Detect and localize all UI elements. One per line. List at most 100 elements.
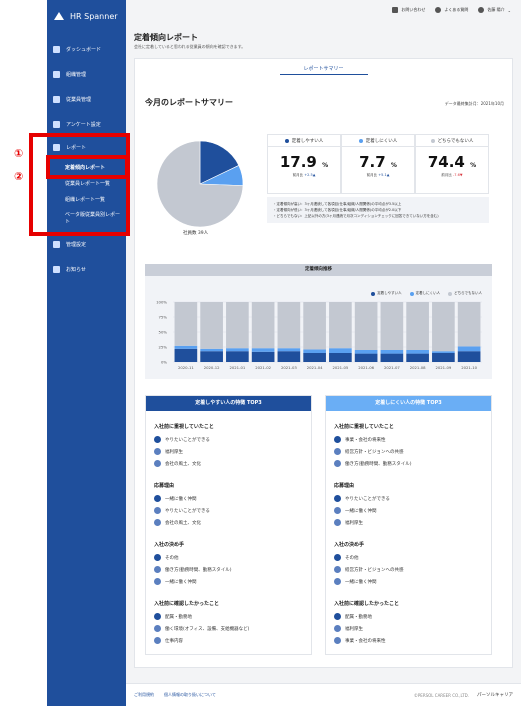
- stat-header: 定着しにくい人: [342, 135, 414, 147]
- definition-notes: ・定着傾向が高い：3ヶ月連続して各項目(仕事/組織/人間関係)の平均点が3.5以…: [267, 197, 489, 223]
- rank-medal-icon: [154, 436, 161, 443]
- stat-card-easy: 定着しやすい人 17.9 % 前月比 +2.5▲: [267, 134, 341, 194]
- bar-segment: [457, 351, 481, 362]
- bar-segment: [457, 346, 481, 352]
- bar-segment: [329, 353, 352, 362]
- rank-medal-icon: [334, 613, 341, 620]
- annotation-marker-2: ②: [14, 170, 24, 183]
- rank-medal-icon: [154, 637, 161, 644]
- feature-label: やりたいことができる: [345, 496, 390, 502]
- bar-segment: [251, 302, 275, 349]
- feature-label: 会社の風土、文化: [165, 520, 201, 526]
- feature-rank-item: 働き方(勤務時間、勤務スタイル): [154, 566, 232, 573]
- x-tick-label: 2021-06: [358, 365, 374, 370]
- summary-title: 今月のレポートサマリー: [145, 98, 233, 107]
- page-title: 定着傾向レポート: [134, 33, 198, 42]
- note-line: ・どちらでもない：上記以外の方(3ヶ月連続で月次コンディションチェックに回答でき…: [273, 214, 439, 218]
- contact-link[interactable]: お問い合わせ: [392, 7, 425, 13]
- sidebar-item-survey[interactable]: アンケート設定: [47, 115, 126, 133]
- feature-rank-item: 経営方針・ビジョンへの共感: [334, 448, 404, 455]
- stat-diff-label: 前月比: [292, 173, 304, 177]
- bar-segment: [406, 302, 429, 350]
- x-tick-label: 2021-01: [229, 365, 245, 370]
- x-tick-label: 2021-07: [384, 365, 400, 370]
- bar-segment: [251, 348, 275, 352]
- feature-label: 福利厚生: [345, 520, 363, 526]
- feature-rank-item: 仕事内容: [154, 637, 183, 644]
- stat-unit: %: [322, 162, 329, 169]
- faq-link[interactable]: よくある質問: [435, 7, 468, 13]
- stat-value-wrap: 17.9 %: [268, 153, 340, 171]
- bell-icon: [53, 265, 60, 273]
- contact-label: お問い合わせ: [401, 7, 426, 12]
- feature-label: 働き方(勤務時間、勤務スタイル): [165, 567, 232, 573]
- bar-segment: [226, 302, 249, 349]
- feature-label: 配属・勤務地: [345, 614, 372, 620]
- y-tick-label: 50%: [159, 330, 168, 335]
- rank-medal-icon: [154, 495, 161, 502]
- sidebar-item-admin-settings[interactable]: 管理設定: [47, 235, 126, 253]
- feature-label: 会社の風土、文化: [165, 461, 201, 467]
- bar-segment: [329, 302, 352, 349]
- stat-diff-label: 前月比: [441, 173, 452, 177]
- easy-features-column: 定着しやすい人の特徴 TOP3 入社前に重視していたこと やりたいことができる 福利厚…: [145, 395, 312, 655]
- feature-rank-item: 一緒に働く仲間: [334, 507, 377, 514]
- feature-label: 仕事内容: [165, 638, 183, 644]
- organization-icon: [53, 70, 60, 78]
- sidebar-item-label: お知らせ: [66, 266, 86, 273]
- sidebar-item-label: アンケート設定: [66, 121, 101, 128]
- x-tick-label: 2020-12: [204, 365, 220, 370]
- x-tick-label: 2021-02: [255, 365, 271, 370]
- bar-segment: [329, 348, 352, 353]
- trend-bar-chart: 0% 25% 50% 75% 100% 2020-11 2020-12 2021-01 2021…: [156, 300, 482, 370]
- stat-card-neutral: どちらでもない人 74.4 % 前月比 -7.6▼: [415, 134, 489, 194]
- app-logo[interactable]: HR Spanner: [53, 10, 118, 22]
- stat-header: 定着しやすい人: [268, 135, 340, 147]
- rank-medal-icon: [154, 507, 161, 514]
- chevron-down-icon: ⌄: [507, 7, 511, 13]
- x-tick-label: 2021-10: [461, 365, 477, 370]
- bar-segment: [457, 302, 481, 347]
- feature-rank-item: 事業・会社の将来性: [334, 637, 386, 644]
- footer: ご利用規約 個人情報の取り扱いについて ©PERSOL CAREER CO.,L…: [126, 683, 521, 706]
- stat-diff: +5.1▲: [378, 173, 390, 177]
- page-subtitle: 会社に定着していると思われる従業員の傾向を確認できます。: [134, 44, 246, 49]
- help-icon: [435, 7, 442, 13]
- legend-dot-icon: [430, 138, 435, 143]
- stat-value-wrap: 7.7 %: [342, 153, 414, 171]
- stat-value-wrap: 74.4 %: [416, 153, 488, 171]
- terms-link[interactable]: ご利用規約: [134, 692, 154, 698]
- rank-medal-icon: [334, 436, 341, 443]
- tab-report-summary[interactable]: レポートサマリー: [135, 65, 512, 72]
- rank-medal-icon: [154, 460, 161, 467]
- topbar: お問い合わせ よくある質問 佐藤 陽介 ⌄: [126, 0, 521, 20]
- summary-date: データ最終集計月：2021年10月: [444, 101, 504, 106]
- bar-segment: [432, 353, 455, 362]
- feature-section-title: 入社の決め手: [334, 542, 365, 548]
- rank-medal-icon: [154, 613, 161, 620]
- privacy-link[interactable]: 個人情報の取り扱いについて: [164, 692, 216, 698]
- annotation-marker-1: ①: [14, 147, 24, 160]
- sidebar-item-notifications[interactable]: お知らせ: [47, 260, 126, 278]
- feature-label: やりたいことができる: [165, 437, 210, 443]
- y-tick-label: 0%: [161, 360, 167, 365]
- survey-icon: [53, 120, 60, 128]
- sidebar-item-organization[interactable]: 組織管理: [47, 65, 126, 83]
- dashboard-icon: [53, 45, 60, 53]
- x-tick-label: 2021-09: [435, 365, 451, 370]
- mail-icon: [392, 7, 399, 13]
- feature-rank-item: やりたいことができる: [154, 436, 210, 443]
- annotation-frame-inner: [46, 155, 129, 179]
- bar-segment: [226, 351, 249, 362]
- bar-segment: [277, 351, 301, 362]
- legend-dot-icon: [358, 138, 363, 143]
- sidebar-item-employees[interactable]: 従業員管理: [47, 90, 126, 108]
- feature-label: 一緒に働く仲間: [345, 508, 377, 514]
- bar-segment: [303, 349, 326, 353]
- bar-segment: [380, 353, 404, 362]
- stat-diff: -7.6▼: [453, 173, 463, 177]
- stat-value: 17.9: [279, 153, 317, 171]
- user-menu[interactable]: 佐藤 陽介 ⌄: [478, 7, 511, 13]
- sidebar-item-dashboard[interactable]: ダッシュボード: [47, 40, 126, 58]
- annotation-frame-outer: [29, 133, 130, 236]
